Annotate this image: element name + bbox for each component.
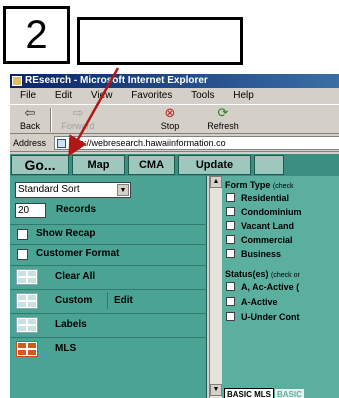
scroll-up-icon[interactable]: ▲	[210, 176, 222, 188]
update-button[interactable]: Update	[178, 155, 251, 175]
step-number-callout: 2	[3, 6, 70, 64]
status-heading: Status(es) (check or	[225, 269, 300, 279]
labels-row[interactable]: Labels	[10, 313, 207, 335]
menu-edit[interactable]: Edit	[55, 88, 72, 104]
back-arrow-icon: ⇦	[24, 105, 36, 120]
show-recap-row[interactable]: Show Recap	[10, 224, 207, 244]
mls-label: MLS	[55, 343, 77, 354]
labels-label: Labels	[55, 319, 87, 330]
ie-icon	[12, 76, 22, 86]
menu-file[interactable]: File	[20, 88, 36, 104]
vertical-scrollbar[interactable]: ▲ ▼	[209, 176, 222, 398]
tab-basic-mls[interactable]: BASIC MLS	[224, 388, 274, 398]
browser-toolbar: ⇦ Back ⇨ Forward ⊗ Stop ⟳ Refresh	[10, 104, 339, 134]
grid-icon	[16, 269, 38, 285]
criteria-panel: Form Type (check Residential Condominium…	[222, 176, 339, 398]
checkbox[interactable]	[226, 235, 235, 244]
nav-button-partial[interactable]	[254, 155, 284, 175]
grid-icon	[16, 317, 38, 333]
stop-button[interactable]: ⊗ Stop	[154, 105, 186, 134]
search-options-panel: Standard Sort ▼ 20 Records Show Recap Cu…	[10, 176, 207, 398]
address-input[interactable]: http://webresearch.hawaiinformation.co	[54, 136, 339, 150]
form-type-option[interactable]: Commercial	[226, 235, 293, 246]
records-input[interactable]: 20	[15, 203, 46, 218]
grid-icon	[16, 293, 38, 309]
custom-label[interactable]: Custom	[55, 295, 92, 306]
chevron-down-icon[interactable]: ▼	[117, 184, 129, 196]
form-type-heading: Form Type (check	[225, 180, 294, 190]
cma-button[interactable]: CMA	[128, 155, 175, 175]
browser-window: REsearch - Microsoft Internet Explorer F…	[10, 74, 339, 398]
menu-view[interactable]: View	[91, 88, 113, 104]
menu-favorites[interactable]: Favorites	[131, 88, 172, 104]
grid-icon-selected	[16, 341, 38, 357]
forward-button[interactable]: ⇨ Forward	[54, 105, 102, 134]
checkbox[interactable]	[226, 297, 235, 306]
address-label: Address	[13, 138, 47, 148]
forward-arrow-icon: ⇨	[72, 105, 84, 120]
clear-all-label: Clear All	[55, 271, 96, 282]
stop-icon: ⊗	[164, 105, 176, 120]
custom-row[interactable]: Custom Edit	[10, 289, 207, 311]
checkbox[interactable]	[226, 221, 235, 230]
scroll-down-icon[interactable]: ▼	[210, 384, 222, 396]
status-option[interactable]: A, Ac-Active (	[226, 282, 299, 293]
form-type-option[interactable]: Vacant Land	[226, 221, 294, 232]
sort-select[interactable]: Standard Sort ▼	[15, 182, 131, 198]
form-type-option[interactable]: Condominium	[226, 207, 302, 218]
go-button[interactable]: Go...	[11, 155, 69, 175]
checkbox[interactable]	[226, 193, 235, 202]
form-type-option[interactable]: Business	[226, 249, 281, 260]
checkbox[interactable]	[226, 312, 235, 321]
records-label: Records	[56, 204, 97, 215]
customer-format-checkbox[interactable]	[17, 249, 28, 260]
window-title: REsearch - Microsoft Internet Explorer	[25, 75, 208, 86]
criteria-tabs: BASIC MLS BASIC	[224, 384, 305, 398]
checkbox[interactable]	[226, 249, 235, 258]
form-type-option[interactable]: Residential	[226, 193, 289, 204]
app-nav-row: Go... Map CMA Update	[10, 154, 339, 176]
map-button[interactable]: Map	[72, 155, 125, 175]
show-recap-checkbox[interactable]	[17, 229, 28, 240]
menu-tools[interactable]: Tools	[191, 88, 214, 104]
menu-bar: File Edit View Favorites Tools Help	[10, 88, 339, 104]
back-button[interactable]: ⇦ Back	[12, 105, 48, 134]
title-bar: REsearch - Microsoft Internet Explorer	[10, 74, 339, 88]
refresh-icon: ⟳	[217, 105, 229, 120]
refresh-button[interactable]: ⟳ Refresh	[203, 105, 243, 134]
clear-all-row[interactable]: Clear All	[10, 265, 207, 287]
tab-basic[interactable]: BASIC	[274, 388, 305, 398]
customer-format-row[interactable]: Customer Format	[10, 244, 207, 264]
status-option[interactable]: A-Active	[226, 297, 278, 308]
mls-row[interactable]: MLS	[10, 337, 207, 359]
status-option[interactable]: U-Under Cont	[226, 312, 300, 323]
edit-link[interactable]: Edit	[114, 295, 133, 306]
checkbox[interactable]	[226, 207, 235, 216]
menu-help[interactable]: Help	[233, 88, 254, 104]
address-bar: Address http://webresearch.hawaiinformat…	[10, 134, 339, 152]
checkbox[interactable]	[226, 282, 235, 291]
page-icon	[57, 139, 66, 148]
blank-callout-box	[77, 17, 243, 65]
